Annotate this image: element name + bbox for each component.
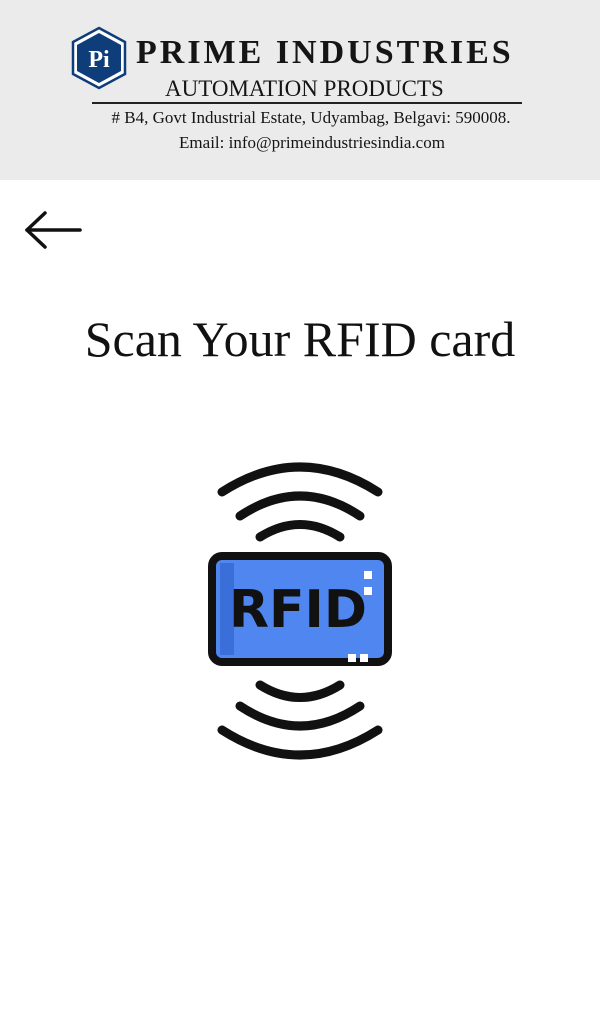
company-email: Email: info@primeindustriesindia.com bbox=[179, 133, 445, 152]
arrow-left-icon[interactable] bbox=[20, 204, 86, 256]
company-subtitle: AUTOMATION PRODUCTS bbox=[165, 76, 444, 101]
signal-waves-top-icon bbox=[217, 462, 383, 542]
app-header: Pi PRIME INDUSTRIES AUTOMATION PRODUCTS … bbox=[0, 0, 600, 180]
page-title: Scan Your RFID card bbox=[84, 311, 516, 367]
rfid-card: RFID bbox=[208, 552, 392, 666]
signal-waves-bottom-icon bbox=[217, 680, 383, 760]
company-name: PRIME INDUSTRIES bbox=[136, 34, 514, 71]
rfid-card-label: RFID bbox=[229, 580, 367, 640]
logo-text: Pi bbox=[88, 47, 110, 73]
company-logo-icon: Pi bbox=[71, 26, 127, 90]
header-divider bbox=[92, 102, 522, 104]
back-button[interactable] bbox=[20, 204, 86, 256]
rfid-card-icon: RFID bbox=[208, 462, 392, 760]
company-address: # B4, Govt Industrial Estate, Udyambag, … bbox=[111, 108, 511, 127]
